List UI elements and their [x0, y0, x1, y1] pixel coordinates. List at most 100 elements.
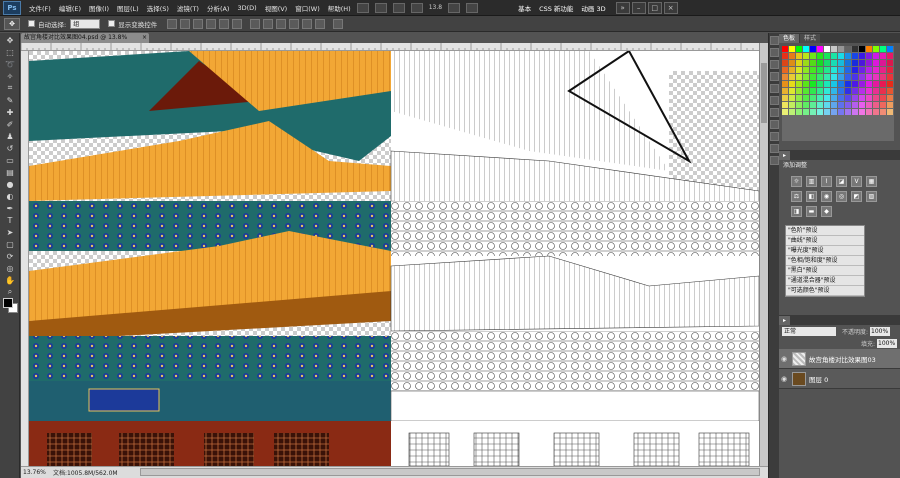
brightness-icon[interactable]: ☼ — [791, 176, 802, 187]
distribute-hcenter-icon[interactable] — [302, 18, 313, 29]
workspace-css[interactable]: CSS 新功能 — [539, 3, 573, 13]
arrange-icon[interactable] — [448, 2, 461, 13]
preset-selective-color[interactable]: "可选颜色"预设 — [786, 286, 864, 296]
eraser-icon[interactable]: ▭ — [2, 155, 18, 165]
foreground-color-swatch[interactable] — [3, 298, 13, 308]
align-right-icon[interactable] — [232, 18, 243, 29]
zoom-icon[interactable] — [410, 2, 423, 13]
distribute-right-icon[interactable] — [315, 18, 326, 29]
move-tool-icon[interactable]: ✥ — [4, 17, 20, 30]
clone-stamp-icon[interactable]: ♟ — [2, 131, 18, 141]
panel-tool-presets-icon[interactable] — [770, 144, 779, 153]
photo-filter-icon[interactable]: ◉ — [821, 191, 832, 202]
align-hcenter-icon[interactable] — [219, 18, 230, 29]
horizontal-scrollbar[interactable] — [140, 468, 760, 476]
layer-name[interactable]: 故宫角楼对比效果图03 — [809, 354, 876, 364]
magic-wand-icon[interactable]: ✧ — [2, 71, 18, 81]
threshold-icon[interactable]: ◨ — [791, 206, 802, 217]
auto-align-icon[interactable] — [333, 18, 344, 29]
auto-select-dropdown[interactable]: 组 — [70, 18, 101, 29]
layer-row[interactable]: ◉ 图层 0 — [779, 369, 900, 389]
more-workspaces-button[interactable]: » — [615, 1, 630, 14]
blend-mode-dropdown[interactable]: 正常 — [782, 326, 836, 336]
vibrance-icon[interactable]: V — [851, 176, 862, 187]
gradient-map-icon[interactable]: ▬ — [806, 206, 817, 217]
pen-tool-icon[interactable]: ✒ — [2, 203, 18, 213]
panel-3d-icon[interactable] — [770, 132, 779, 141]
shape-tool-icon[interactable]: ▢ — [2, 239, 18, 249]
distribute-bottom-icon[interactable] — [276, 18, 287, 29]
posterize-icon[interactable]: ▨ — [866, 191, 877, 202]
horizontal-ruler[interactable] — [21, 43, 759, 51]
invert-icon[interactable]: ◩ — [851, 191, 862, 202]
zoom-level[interactable]: 13.8 — [429, 4, 442, 11]
path-select-icon[interactable]: ➤ — [2, 227, 18, 237]
marquee-tool-icon[interactable]: ⬚ — [2, 47, 18, 57]
preset-levels[interactable]: "色阶"预设 — [786, 226, 864, 236]
crop-tool-icon[interactable]: ⌗ — [2, 83, 18, 93]
preset-channel-mixer[interactable]: "通道混合器"预设 — [786, 276, 864, 286]
layer-row[interactable]: ◉ 故宫角楼对比效果图03 — [779, 349, 900, 369]
black-white-icon[interactable]: ◧ — [806, 191, 817, 202]
distribute-left-icon[interactable] — [289, 18, 300, 29]
status-zoom[interactable]: 13.76% — [23, 469, 47, 476]
blur-tool-icon[interactable]: ● — [2, 179, 18, 189]
distribute-vcenter-icon[interactable] — [263, 18, 274, 29]
document-size-info[interactable]: 文档:1005.8M/562.0M — [53, 468, 118, 477]
color-balance-icon[interactable]: ⚖ — [791, 191, 802, 202]
fill-input[interactable]: 100% — [877, 338, 897, 348]
visibility-eye-icon[interactable]: ◉ — [779, 375, 789, 383]
close-button[interactable]: × — [663, 1, 678, 14]
panel-brush-icon[interactable] — [770, 84, 779, 93]
workspace-3d[interactable]: 动画 3D — [581, 3, 605, 13]
layer-name[interactable]: 图层 0 — [809, 374, 828, 384]
preset-black-white[interactable]: "黑白"预设 — [786, 266, 864, 276]
align-vcenter-icon[interactable] — [180, 18, 191, 29]
tab-swatches[interactable]: 色板 — [779, 34, 800, 43]
hue-saturation-icon[interactable]: ▦ — [866, 176, 877, 187]
workspace-basic[interactable]: 基本 — [518, 3, 531, 13]
dodge-tool-icon[interactable]: ◐ — [2, 191, 18, 201]
auto-select-checkbox[interactable] — [28, 20, 35, 27]
menu-analysis[interactable]: 分析(A) — [207, 3, 230, 13]
3d-camera-icon[interactable]: ◎ — [2, 263, 18, 273]
lasso-tool-icon[interactable]: ➰ — [2, 59, 18, 69]
align-top-icon[interactable] — [167, 18, 178, 29]
hand-icon[interactable] — [392, 2, 405, 13]
align-bottom-icon[interactable] — [193, 18, 204, 29]
swatches-grid[interactable] — [782, 46, 894, 141]
panel-character-icon[interactable] — [770, 108, 779, 117]
levels-icon[interactable]: ▥ — [806, 176, 817, 187]
panel-actions-icon[interactable] — [770, 48, 779, 57]
exposure-icon[interactable]: ◪ — [836, 176, 847, 187]
minimize-button[interactable]: – — [631, 1, 646, 14]
panel-info-icon[interactable] — [770, 72, 779, 81]
channel-mixer-icon[interactable]: ◎ — [836, 191, 847, 202]
healing-brush-icon[interactable]: ✚ — [2, 107, 18, 117]
history-brush-icon[interactable]: ↺ — [2, 143, 18, 153]
3d-rotate-icon[interactable]: ⟳ — [2, 251, 18, 261]
preset-curves[interactable]: "曲线"预设 — [786, 236, 864, 246]
preset-exposure[interactable]: "曝光度"预设 — [786, 246, 864, 256]
vertical-ruler[interactable] — [21, 51, 29, 466]
visibility-eye-icon[interactable]: ◉ — [779, 355, 789, 363]
tab-layers[interactable]: ▸ — [779, 316, 791, 325]
close-tab-icon[interactable]: × — [142, 33, 147, 43]
tab-adjustments[interactable]: ▸ — [779, 151, 791, 160]
panel-clone-icon[interactable] — [770, 96, 779, 105]
zoom-tool-icon[interactable]: ⌕ — [2, 287, 18, 297]
align-left-icon[interactable] — [206, 18, 217, 29]
panel-history-icon[interactable] — [770, 36, 779, 45]
menu-file[interactable]: 文件(F) — [29, 3, 51, 13]
panel-masks-icon[interactable] — [770, 156, 779, 165]
menu-select[interactable]: 选择(S) — [147, 3, 169, 13]
tab-styles[interactable]: 样式 — [800, 34, 821, 43]
vertical-scrollbar[interactable] — [759, 43, 768, 466]
scroll-thumb[interactable] — [761, 63, 767, 123]
selective-color-icon[interactable]: ◆ — [821, 206, 832, 217]
show-transform-checkbox[interactable] — [108, 20, 116, 27]
menu-filter[interactable]: 滤镜(T) — [177, 3, 199, 13]
panel-paragraph-icon[interactable] — [770, 120, 779, 129]
menu-3d[interactable]: 3D(D) — [237, 4, 256, 12]
opacity-input[interactable]: 100% — [870, 326, 891, 336]
